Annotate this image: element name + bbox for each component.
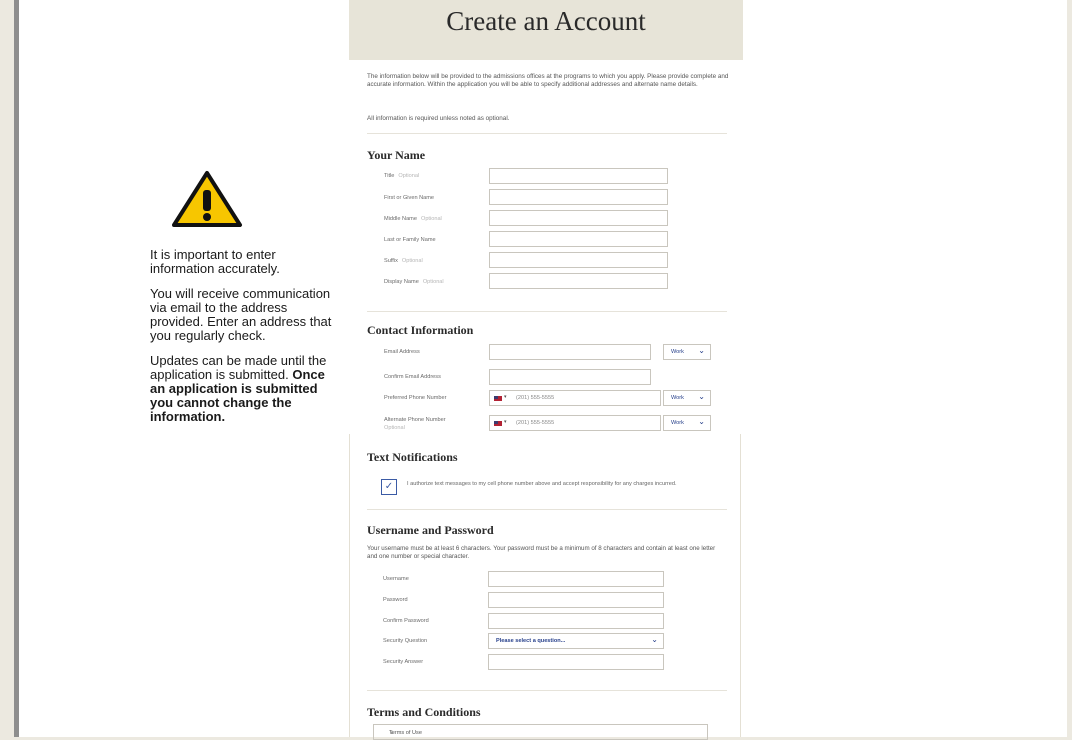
sms-consent-checkbox[interactable]: ✓ [381,479,397,495]
alternate-phone-label: Alternate Phone Number [384,417,446,423]
title-label: Title Optional [384,173,420,179]
last-name-input[interactable] [489,231,668,247]
alternate-phone-type-select[interactable]: Work ⌄ [663,415,711,431]
first-name-label: First or Given Name [384,195,435,201]
caret-down-icon: ▾ [504,419,507,425]
contact-heading: Contact Information [367,323,474,337]
preferred-phone-label: Preferred Phone Number [384,395,447,401]
security-question-select[interactable]: Please select a question... ⌄ [488,633,664,649]
required-note: All information is required unless noted… [367,115,510,122]
security-question-label: Security Question [383,638,428,644]
caret-down-icon: ▾ [504,394,507,400]
chevron-down-icon: ⌄ [651,635,658,644]
terms-heading: Terms and Conditions [367,705,481,719]
chevron-down-icon: ⌄ [698,392,705,401]
chevron-down-icon: ⌄ [698,417,705,426]
confirm-password-input[interactable] [488,613,664,629]
middle-name-label: Middle Name Optional [384,216,442,222]
last-name-label: Last or Family Name [384,237,436,243]
email-type-select[interactable]: Work ⌄ [663,344,711,360]
alternate-phone-input[interactable]: ▾ (201) 555-5555 [489,415,661,431]
preferred-phone-type-select[interactable]: Work ⌄ [663,390,711,406]
sidebar-note-p2: You will receive communication via email… [150,286,332,343]
warning-icon [172,171,242,227]
divider [367,509,727,510]
terms-textbox[interactable]: Terms of Use ▲ [373,724,708,740]
text-notifications-heading: Text Notifications [367,450,458,464]
confirm-password-label: Confirm Password [383,618,429,624]
sidebar-note: It is important to enter information acc… [150,248,340,435]
scroll-up-icon[interactable]: ▲ [389,730,703,736]
username-label: Username [383,576,409,582]
divider [367,311,727,312]
username-input[interactable] [488,571,664,587]
us-flag-icon[interactable] [494,421,502,426]
credentials-note: Your username must be at least 6 charact… [367,545,716,560]
us-flag-icon[interactable] [494,396,502,401]
your-name-heading: Your Name [367,148,426,162]
first-name-input[interactable] [489,189,668,205]
title-input[interactable] [489,168,668,184]
divider [367,133,727,134]
email-label: Email Address [384,349,420,355]
display-name-input[interactable] [489,273,668,289]
display-name-label: Display Name Optional [384,279,444,285]
suffix-input[interactable] [489,252,668,268]
sidebar-note-p3: Updates can be made until the applicatio… [150,353,327,424]
sms-consent-text: I authorize text messages to my cell pho… [407,481,677,487]
suffix-label: Suffix Optional [384,258,423,264]
page-title: Create an Account [446,6,646,36]
checkmark-icon: ✓ [384,481,394,492]
password-input[interactable] [488,592,664,608]
middle-name-input[interactable] [489,210,668,226]
intro-text: The information below will be provided t… [367,73,729,88]
confirm-email-label: Confirm Email Address [384,374,441,380]
confirm-email-input[interactable] [489,369,651,385]
preferred-phone-input[interactable]: ▾ (201) 555-5555 [489,390,661,406]
security-answer-label: Security Answer [383,659,424,665]
divider [367,690,727,691]
credentials-heading: Username and Password [367,523,494,537]
password-label: Password [383,597,408,603]
sidebar-note-p1: It is important to enter information acc… [150,247,280,276]
security-answer-input[interactable] [488,654,664,670]
alternate-phone-optional: Optional [384,425,405,431]
email-input[interactable] [489,344,651,360]
chevron-down-icon: ⌄ [698,346,705,355]
